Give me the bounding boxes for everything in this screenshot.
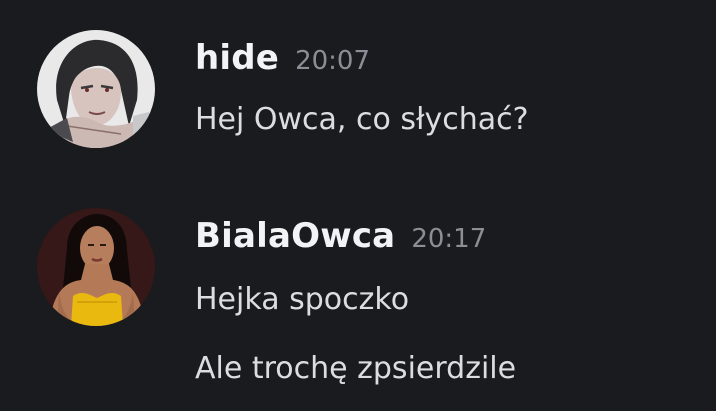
message-text: Hej Owca, co słychać? xyxy=(195,102,529,137)
chat-message-list: hide 20:07 Hej Owca, co słychać? BialaOw… xyxy=(0,0,716,411)
user-avatar-icon xyxy=(37,208,155,326)
message-header: hide 20:07 xyxy=(195,38,370,78)
timestamp[interactable]: 20:17 xyxy=(411,224,486,254)
avatar[interactable] xyxy=(37,208,155,326)
message-text: Hejka spoczko xyxy=(195,282,410,317)
message-header: BialaOwca 20:17 xyxy=(195,216,486,256)
message-text: Ale trochę zpsierdzile xyxy=(195,351,517,386)
user-avatar-icon xyxy=(37,30,155,148)
username[interactable]: BialaOwca xyxy=(195,216,395,256)
username[interactable]: hide xyxy=(195,38,279,78)
timestamp[interactable]: 20:07 xyxy=(295,46,370,76)
avatar[interactable] xyxy=(37,30,155,148)
